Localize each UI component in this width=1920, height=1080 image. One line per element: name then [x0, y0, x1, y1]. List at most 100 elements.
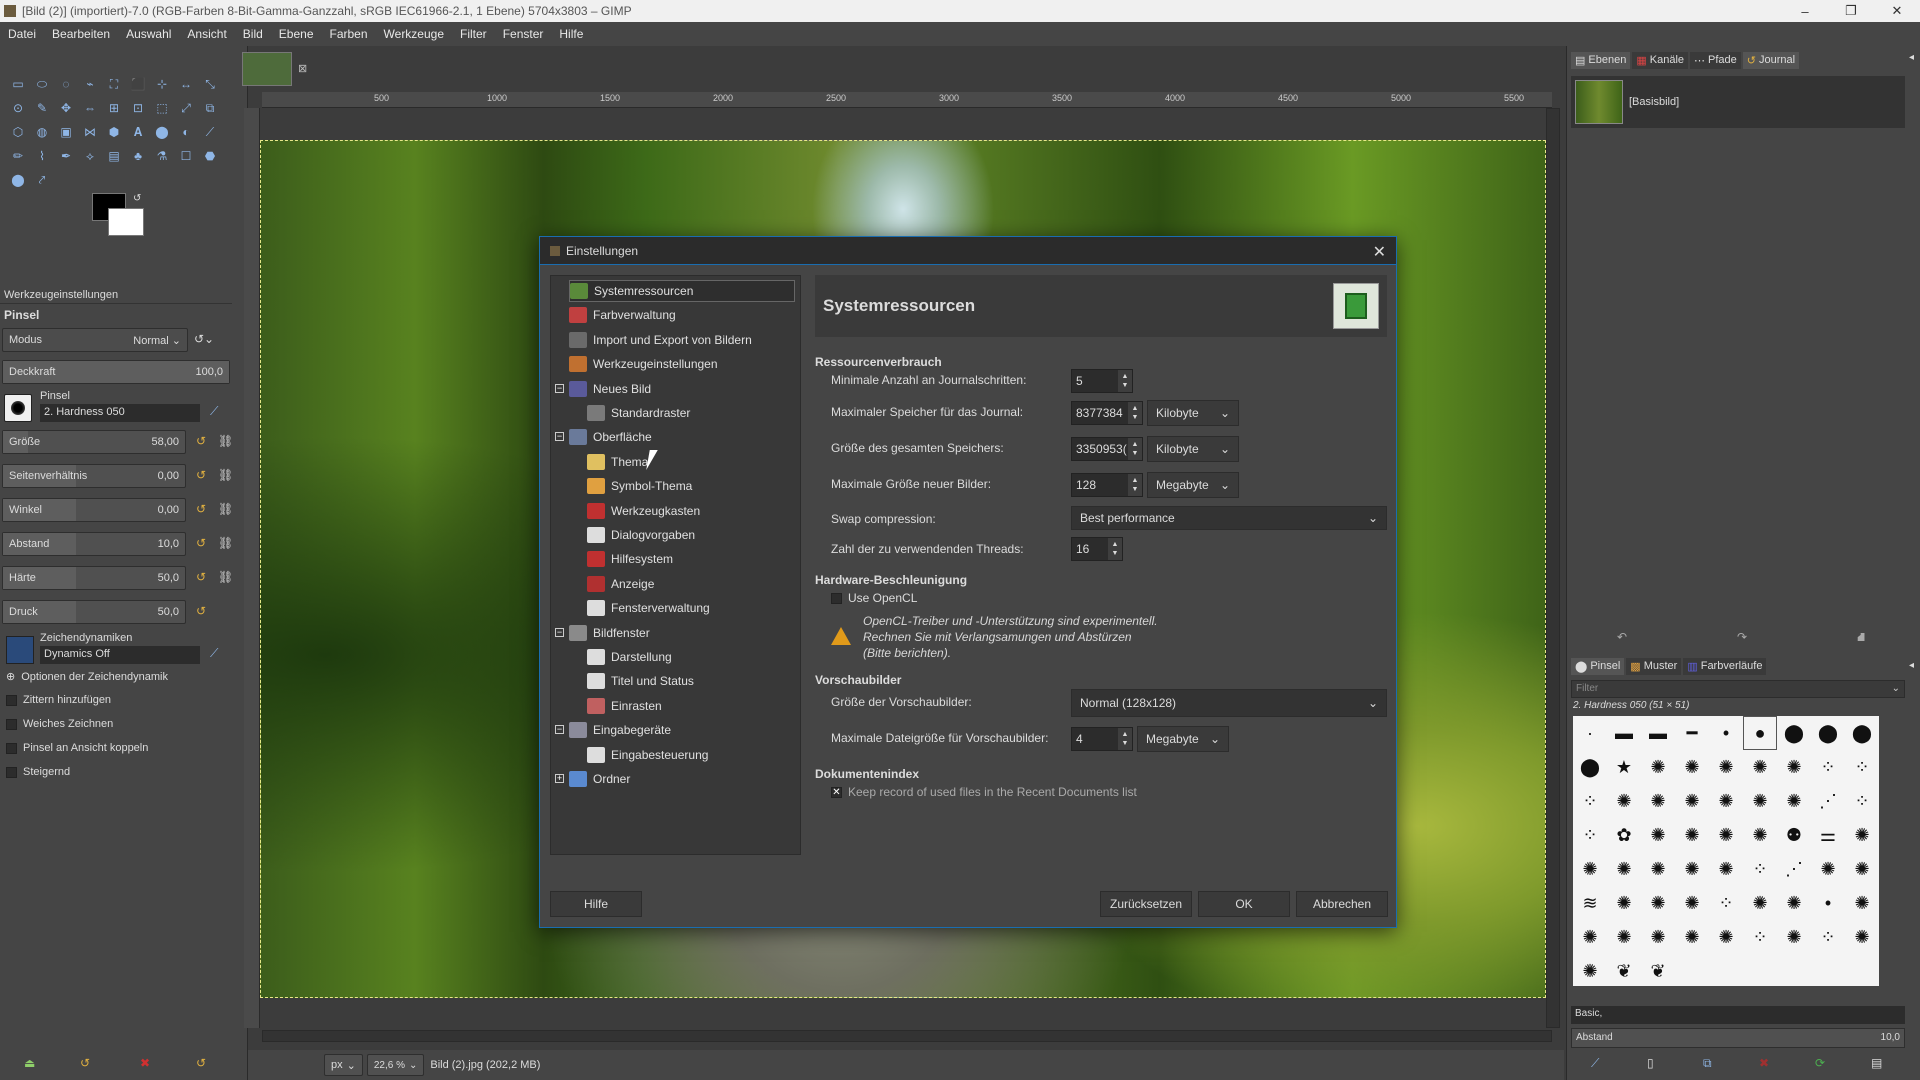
tool-button-32[interactable]: ♣ — [126, 144, 150, 168]
menu-filter[interactable]: Filter — [452, 27, 495, 41]
brush-preset[interactable]: ━ — [1675, 716, 1709, 750]
brush-dock-menu-icon[interactable]: ◂ — [1909, 660, 1914, 671]
spin-arrows-icon[interactable]: ▲ ▼ — [1118, 370, 1132, 392]
menu-auswahl[interactable]: Auswahl — [118, 27, 179, 41]
brush-preset[interactable]: ✺ — [1573, 954, 1607, 988]
brush-preset[interactable]: ≋ — [1573, 886, 1607, 920]
tool-button-14[interactable]: ⊡ — [126, 96, 150, 120]
brush-preset[interactable]: · — [1573, 716, 1607, 750]
brush-preset[interactable]: ✺ — [1675, 852, 1709, 886]
close-window-button[interactable]: ✕ — [1874, 3, 1920, 19]
brush-preset[interactable]: ✺ — [1709, 750, 1743, 784]
help-button[interactable]: Hilfe — [550, 891, 642, 917]
vertical-ruler[interactable] — [244, 108, 260, 1028]
brush-preset[interactable]: ✺ — [1743, 784, 1777, 818]
zoom-select[interactable]: 22,6 % ⌄ — [366, 1054, 425, 1076]
cache-unit-select[interactable]: Kilobyte ⌄ — [1147, 436, 1239, 462]
tab-journal[interactable]: ↺ Journal — [1742, 51, 1800, 69]
tool-button-34[interactable]: ☐ — [174, 144, 198, 168]
tool-button-2[interactable]: ◌ — [54, 72, 78, 96]
menu-hilfe[interactable]: Hilfe — [551, 27, 591, 41]
brush-preset[interactable]: ✺ — [1709, 920, 1743, 954]
size-reset-icon[interactable]: ↺ — [196, 434, 206, 448]
tool-button-6[interactable]: ⊹ — [150, 72, 174, 96]
reset-button[interactable]: Zurücksetzen — [1100, 891, 1192, 917]
brush-preset[interactable]: ▬ — [1641, 716, 1675, 750]
threads-input[interactable]: 16 ▲ ▼ — [1071, 537, 1123, 561]
edit-dynamics-icon[interactable]: ⟋ — [210, 646, 218, 661]
tool-button-16[interactable]: ⤢ — [174, 96, 198, 120]
reset-options-icon[interactable]: ↺ — [196, 1056, 206, 1070]
mode-reset-icon[interactable]: ↺⌄ — [194, 332, 214, 346]
tab-channels[interactable]: ▦ Kanäle — [1632, 51, 1689, 69]
brush-preset[interactable]: ✺ — [1675, 886, 1709, 920]
brush-preset[interactable]: ⁘ — [1709, 886, 1743, 920]
tree-item-farbverwaltung[interactable]: Farbverwaltung — [569, 304, 795, 326]
brush-preset[interactable]: ✺ — [1607, 920, 1641, 954]
horizontal-scrollbar[interactable] — [262, 1030, 1552, 1042]
check-jitter[interactable]: Zittern hinzufügen — [6, 694, 111, 706]
tree-item-titel-und-status[interactable]: Titel und Status — [587, 670, 795, 692]
tab-patterns[interactable]: ▩ Muster — [1626, 657, 1682, 675]
tool-button-25[interactable]: ◐ — [174, 120, 198, 144]
angle-slider[interactable]: Winkel 0,00 — [2, 498, 186, 522]
tool-button-8[interactable]: ⤡ — [198, 72, 222, 96]
collapse-icon[interactable]: − — [555, 725, 564, 735]
brush-preset[interactable]: ⁘ — [1811, 750, 1845, 784]
expand-icon[interactable]: + — [555, 774, 564, 783]
delete-brush-icon[interactable]: ✖ — [1759, 1056, 1769, 1070]
menu-werkzeuge[interactable]: Werkzeuge — [376, 27, 452, 41]
thumb-size-select[interactable]: Normal (128x128) ⌄ — [1071, 689, 1387, 717]
brush-preset[interactable]: • — [1709, 716, 1743, 750]
recent-docs-checkbox[interactable]: ✕ Keep record of used files in the Recent… — [831, 785, 1137, 799]
clear-journal-icon[interactable]: ⛘ — [1857, 630, 1865, 646]
brush-preset[interactable]: ✺ — [1709, 818, 1743, 852]
brush-preset[interactable]: ✺ — [1777, 784, 1811, 818]
brush-preset[interactable]: ⁘ — [1845, 784, 1879, 818]
brush-preset[interactable]: ✺ — [1743, 818, 1777, 852]
tool-button-1[interactable]: ⬭ — [30, 72, 54, 96]
brush-preset[interactable]: ⁘ — [1811, 920, 1845, 954]
brush-preset[interactable]: ★ — [1607, 750, 1641, 784]
save-options-icon[interactable]: ⏏ — [24, 1056, 35, 1070]
new-brush-icon[interactable]: ▯ — [1647, 1056, 1654, 1070]
tool-button-22[interactable]: ⬢ — [102, 120, 126, 144]
brush-preset[interactable]: ✺ — [1607, 784, 1641, 818]
ok-button[interactable]: OK — [1198, 891, 1290, 917]
ratio-reset-icon[interactable]: ↺ — [196, 468, 206, 482]
collapse-icon[interactable]: − — [555, 627, 564, 637]
tool-button-7[interactable]: ↔ — [174, 72, 198, 96]
tool-button-9[interactable]: ⊙ — [6, 96, 30, 120]
tree-item-werkzeugeinstellungen[interactable]: Werkzeugeinstellungen — [569, 353, 795, 375]
brush-grid[interactable]: · ▬ ▬ ━ • ● ⬤ ⬤ ⬤ ⬤ ★ ✺ ✺ ✺ ✺ ✺ ⁘ ⁘ ⁘ ✺ ✺ ✺ ✺ ✺ ✺ ⋰ ⁘ ⁘ ✿ ✺ ✺ ✺ ✺ ⚉ ⚌ ✺ ✺ ✺ ✺ ✺… — [1573, 716, 1879, 986]
tool-button-0[interactable]: ▭ — [6, 72, 30, 96]
tool-button-35[interactable]: ⬣ — [198, 144, 222, 168]
size-link-icon[interactable]: ⛓ — [218, 434, 233, 448]
max-undo-mem-input[interactable]: 8377384 ▲ ▼ — [1071, 401, 1143, 425]
tree-item-darstellung[interactable]: Darstellung — [587, 646, 795, 668]
spacing-link-icon[interactable]: ⛓ — [218, 536, 233, 550]
brush-preset[interactable]: ✺ — [1675, 784, 1709, 818]
spin-arrows-icon[interactable]: ▲ ▼ — [1118, 728, 1132, 750]
tree-item-werkzeugkasten[interactable]: Werkzeugkasten — [587, 500, 795, 522]
delete-options-icon[interactable]: ✖ — [140, 1056, 150, 1070]
brush-preset[interactable]: ✺ — [1743, 886, 1777, 920]
tree-item-neues-bild[interactable]: Neues Bild — [569, 378, 795, 400]
menu-ebene[interactable]: Ebene — [271, 27, 322, 41]
spacing-slider[interactable]: Abstand 10,0 — [2, 532, 186, 556]
brush-preset[interactable]: ✺ — [1845, 852, 1879, 886]
check-incremental[interactable]: Steigernd — [6, 766, 70, 778]
tree-item-thema[interactable]: Thema — [587, 451, 795, 473]
brush-preset[interactable]: ❦ — [1641, 954, 1675, 988]
tree-item-standardraster[interactable]: Standardraster — [587, 402, 795, 424]
max-new-image-unit-select[interactable]: Megabyte ⌄ — [1147, 472, 1239, 498]
maximize-button[interactable]: ❐ — [1828, 3, 1874, 19]
edit-brush-icon[interactable]: ⟋ — [210, 404, 218, 419]
hardness-reset-icon[interactable]: ↺ — [196, 570, 206, 584]
horizontal-ruler[interactable]: 500 1000 1500 2000 2500 3000 3500 4000 4500 5000 5… — [262, 92, 1552, 108]
min-undo-input[interactable]: 5 ▲ ▼ — [1071, 369, 1133, 393]
thumb-max-input[interactable]: 4 ▲ ▼ — [1071, 727, 1133, 751]
brush-preset[interactable]: ✺ — [1641, 784, 1675, 818]
brush-preset[interactable]: ✺ — [1777, 886, 1811, 920]
brush-preset[interactable]: ✺ — [1573, 852, 1607, 886]
